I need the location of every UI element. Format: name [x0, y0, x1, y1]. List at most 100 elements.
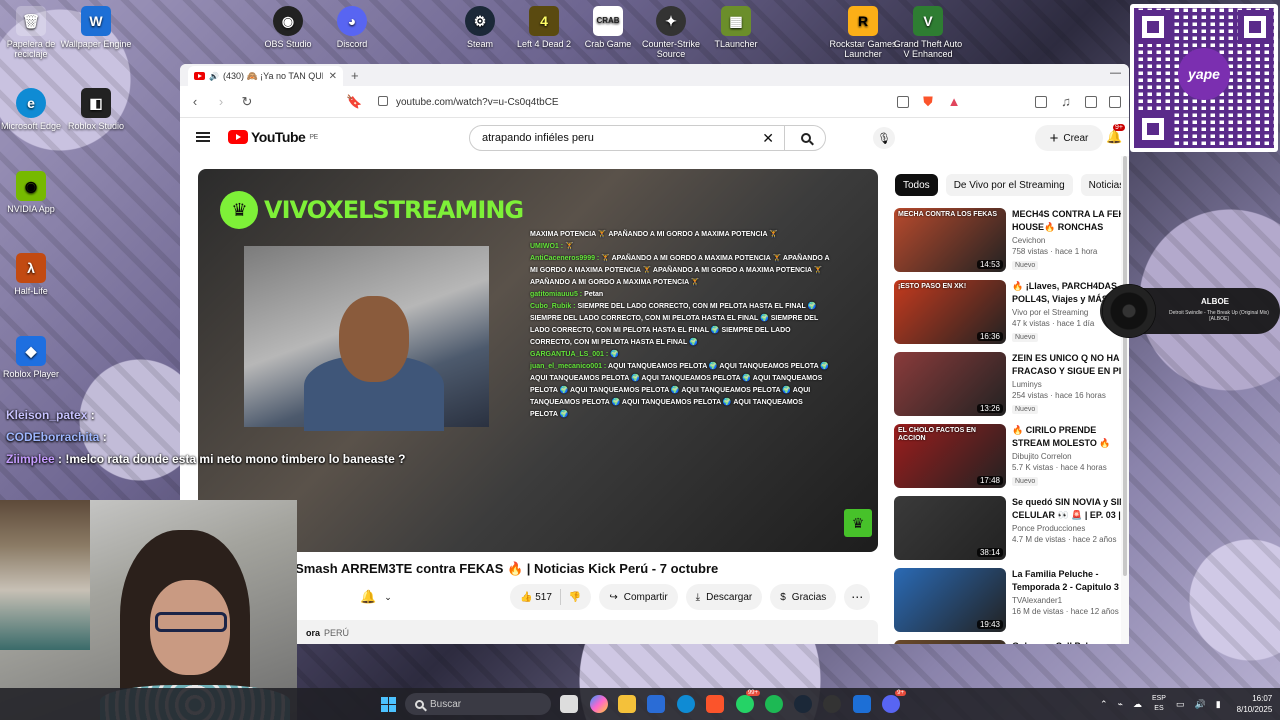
video-thumbnail[interactable]: ¡ESTO PASO EN XK! 16:36 — [894, 280, 1006, 344]
dislike-button[interactable]: 👎 — [569, 592, 581, 603]
taskbar-search[interactable]: Buscar — [405, 693, 551, 715]
wallpaper-engine-desktop-icon[interactable]: W Wallpaper Engine — [59, 6, 133, 49]
roblox-player-desktop-icon[interactable]: ◆ Roblox Player — [0, 336, 68, 379]
network-icon[interactable]: ⌁ — [1118, 699, 1123, 710]
thanks-button[interactable]: $ Gracias — [770, 584, 837, 610]
forward-icon[interactable]: › — [214, 94, 228, 109]
search-button[interactable] — [784, 125, 826, 151]
now-playing-popup[interactable]: ALBOE Detroit Swindle - The Break Up (Or… — [1100, 284, 1280, 338]
related-video[interactable]: EL CHOLO FACTOS EN ACCION 17:48 🔥 CIRILO P… — [894, 424, 1129, 496]
related-video[interactable]: ¡ESTO PASO EN XK! 16:36 🔥 ¡Llaves, PARCH4D… — [894, 280, 1129, 352]
related-video-channel[interactable]: Luminys — [1012, 380, 1129, 389]
browser-tab[interactable]: 🔊 (430) 🙈 ¡Ya no TAN QUERID... ✕ — [188, 66, 343, 86]
file-explorer-icon[interactable] — [618, 695, 636, 713]
sidebar-icon[interactable] — [1085, 95, 1097, 108]
brave-shield-icon[interactable]: ⛊ — [921, 94, 935, 110]
related-video-channel[interactable]: Ponce Producciones — [1012, 524, 1129, 533]
extensions-icon[interactable] — [1035, 95, 1047, 108]
edge-taskbar-icon[interactable] — [677, 695, 695, 713]
minimize-icon[interactable]: — — [1110, 67, 1121, 79]
notifications-icon[interactable]: 🔔 9+ — [1106, 124, 1125, 145]
related-video[interactable]: MECHA CONTRA LOS FEKAS 14:53 MECH4S CONTRA… — [894, 208, 1129, 280]
steam-desktop-icon[interactable]: ⚙ Steam — [443, 6, 517, 49]
site-info-icon[interactable] — [378, 95, 388, 106]
download-button[interactable]: ⤓ Descargar — [685, 584, 763, 610]
recycle-bin-desktop-icon[interactable]: 🗑 Papelera de reciclaje — [0, 6, 68, 59]
tlauncher-desktop-icon[interactable]: ▦ TLauncher — [699, 6, 773, 49]
like-button[interactable]: 👍 517 — [520, 592, 552, 603]
video-thumbnail[interactable] — [894, 640, 1006, 644]
related-video[interactable]: 13:26 ZEIN ES UNICO Q NO HA FRACASO Y SIG… — [894, 352, 1129, 424]
video-thumbnail[interactable]: MECHA CONTRA LOS FEKAS 14:53 — [894, 208, 1006, 272]
youtube-logo[interactable]: YouTube PE — [228, 129, 318, 145]
whatsapp-icon[interactable]: 99+ — [736, 690, 760, 713]
related-video-title[interactable]: MECH4S CONTRA LA FEKA HOUSE🔥 RONCHAS HAB… — [1012, 208, 1129, 234]
discord-desktop-icon[interactable]: ◕ Discord — [315, 6, 389, 49]
clear-search-icon[interactable]: ✕ — [762, 130, 774, 147]
edge-desktop-icon[interactable]: e Microsoft Edge — [0, 88, 68, 131]
start-button[interactable] — [381, 697, 396, 712]
rockstar-desktop-icon[interactable]: R Rockstar Games Launcher — [826, 6, 900, 59]
search-input[interactable]: atrapando infiéles peru — [482, 132, 594, 144]
gta-desktop-icon[interactable]: V Grand Theft Auto V Enhanced — [891, 6, 965, 59]
copilot-icon[interactable] — [590, 695, 608, 713]
related-video-channel[interactable]: TVAlexander1 — [1012, 596, 1129, 605]
chip-all[interactable]: Todos — [895, 174, 938, 196]
related-video-channel[interactable]: Cevichon — [1012, 236, 1129, 245]
calculator-icon[interactable] — [647, 695, 665, 713]
cloud-icon[interactable]: ☁ — [1133, 699, 1142, 710]
related-video-title[interactable]: Se quedó SIN NOVIA y SIN CELULAR 👀 🚨 | E… — [1012, 496, 1129, 522]
cs-source-desktop-icon[interactable]: ✦ Counter-Strike Source — [634, 6, 708, 59]
roblox-studio-desktop-icon[interactable]: ◧ Roblox Studio — [59, 88, 133, 131]
related-video[interactable]: 19:43 La Familia Peluche - Temporada 2 - … — [894, 568, 1129, 640]
video-player[interactable]: ♛ VIVOXELSTREAMING MAXIMA POTENCIA 🏋 APA… — [198, 169, 878, 552]
wallpaper-engine-taskbar-icon[interactable] — [853, 695, 871, 713]
voice-search-icon[interactable]: 🎙 — [873, 127, 895, 149]
volume-icon[interactable]: 🔊 — [1195, 699, 1206, 710]
display-icon[interactable]: ▭ — [1176, 699, 1185, 710]
brave-icon[interactable] — [706, 695, 724, 713]
video-thumbnail[interactable]: 38:14 — [894, 496, 1006, 560]
discord-taskbar-icon[interactable]: 9+ — [882, 690, 906, 713]
clock[interactable]: 16:07 8/10/2025 — [1237, 693, 1273, 715]
search-box[interactable]: atrapando infiéles peru ✕ — [469, 125, 826, 151]
related-video-title[interactable]: ZEIN ES UNICO Q NO HA FRACASO Y SIGUE EN… — [1012, 352, 1129, 378]
more-actions-icon[interactable]: ⋯ — [844, 584, 871, 610]
wallet-icon[interactable] — [1109, 95, 1121, 108]
l4d2-desktop-icon[interactable]: 4 Left 4 Dead 2 — [507, 6, 581, 49]
scrollbar-thumb[interactable] — [1123, 156, 1127, 576]
reload-icon[interactable]: ↻ — [240, 94, 254, 110]
video-thumbnail[interactable]: 13:26 — [894, 352, 1006, 416]
chip-channel[interactable]: De Vivo por el Streaming — [945, 174, 1073, 196]
language-indicator[interactable]: ESP ES — [1152, 694, 1166, 714]
related-video-title[interactable]: 🔥 CIRILO PRENDE STREAM MOLESTO 🔥 PARCHA … — [1012, 424, 1129, 450]
battery-icon[interactable]: ▮ — [1216, 699, 1221, 710]
rewards-icon[interactable]: ▲ — [947, 94, 961, 109]
url-field[interactable]: youtube.com/watch?v=u-Cs0q4tbCE — [378, 95, 885, 108]
page-scrollbar[interactable] — [1121, 156, 1129, 644]
video-thumbnail[interactable]: EL CHOLO FACTOS EN ACCION 17:48 — [894, 424, 1006, 488]
related-video-channel[interactable]: Dibujito Correlon — [1012, 452, 1129, 461]
cast-icon[interactable] — [897, 95, 909, 108]
menu-icon[interactable] — [196, 132, 210, 142]
tab-close-icon[interactable]: ✕ — [329, 71, 337, 82]
related-video-title[interactable]: Gohan vs Cell Pelea Completa — [1012, 640, 1129, 644]
related-video[interactable]: Gohan vs Cell Pelea Completa⋮ — [894, 640, 1129, 644]
share-button[interactable]: ↪ Compartir — [599, 584, 678, 610]
description-box[interactable]: ora PERÚ — [198, 620, 878, 644]
related-video[interactable]: 38:14 Se quedó SIN NOVIA y SIN CELULAR 👀 … — [894, 496, 1129, 568]
related-video-title[interactable]: La Familia Peluche - Temporada 2 - Capit… — [1012, 568, 1129, 594]
create-button[interactable]: + Crear — [1035, 125, 1103, 151]
new-tab-icon[interactable]: + — [351, 68, 359, 83]
obs-taskbar-icon[interactable] — [823, 695, 841, 713]
back-icon[interactable]: ‹ — [188, 94, 202, 109]
subscription-bell-button[interactable]: 🔔 ⌄ — [352, 584, 398, 610]
task-view-icon[interactable] — [560, 695, 578, 713]
obs-desktop-icon[interactable]: ◉ OBS Studio — [251, 6, 325, 49]
chevron-up-icon[interactable]: ⌃ — [1100, 699, 1108, 710]
video-thumbnail[interactable]: 19:43 — [894, 568, 1006, 632]
steam-taskbar-icon[interactable] — [794, 695, 812, 713]
media-icon[interactable]: ♫ — [1059, 94, 1073, 109]
nvidia-desktop-icon[interactable]: ◉ NVIDIA App — [0, 171, 68, 214]
spotify-icon[interactable] — [765, 695, 783, 713]
